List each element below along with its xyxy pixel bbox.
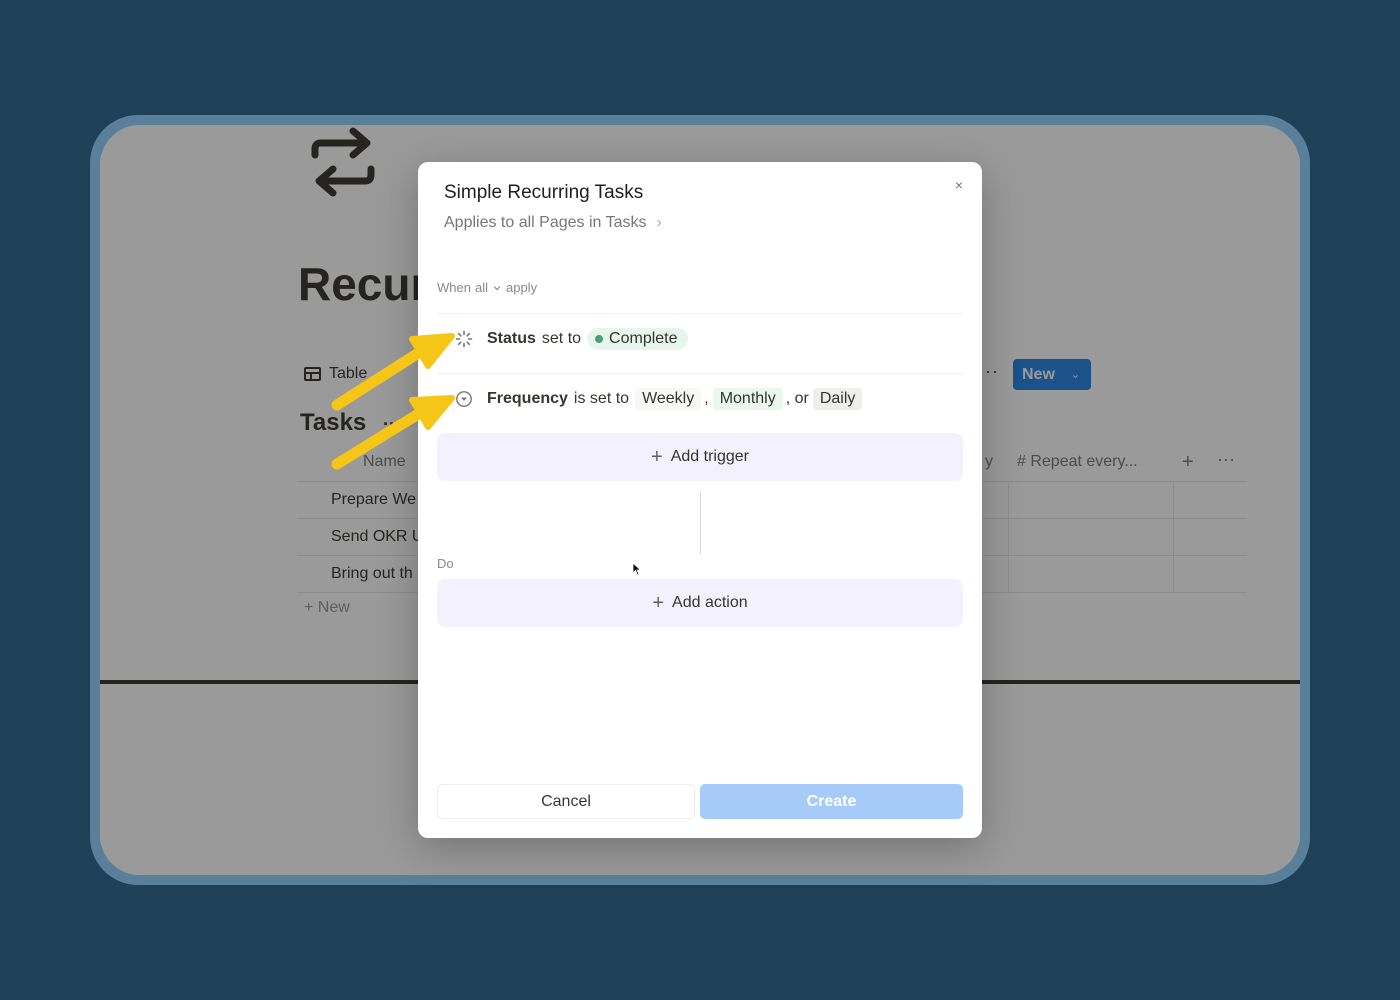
- trigger-mode-row: When all apply: [437, 280, 537, 295]
- create-button[interactable]: Create: [700, 784, 963, 819]
- trigger-status[interactable]: Status set to Complete: [437, 313, 963, 363]
- chevron-right-icon: ›: [656, 214, 662, 231]
- add-action-button[interactable]: + Add action: [437, 579, 963, 627]
- separator: ,: [704, 389, 709, 407]
- select-property-icon: [455, 390, 473, 408]
- cancel-button[interactable]: Cancel: [437, 784, 695, 819]
- trigger-mode-select[interactable]: all: [475, 280, 488, 295]
- status-loading-icon: [455, 330, 473, 348]
- trigger-property: Status: [487, 329, 536, 347]
- scope-link[interactable]: Applies to all Pages in Tasks ›: [444, 214, 662, 232]
- option-chip-weekly[interactable]: Weekly: [635, 387, 702, 410]
- option-chip-daily[interactable]: Daily: [812, 387, 863, 410]
- plus-icon: +: [651, 446, 663, 468]
- trigger-frequency[interactable]: Frequency is set to Weekly , Monthly , o…: [437, 373, 963, 423]
- when-label: When: [437, 280, 471, 295]
- option-chip-monthly[interactable]: Monthly: [712, 387, 783, 410]
- apply-label: apply: [505, 280, 538, 295]
- do-label: Do: [437, 556, 454, 571]
- add-trigger-label: Add trigger: [670, 448, 749, 465]
- add-action-label: Add action: [672, 594, 748, 611]
- automation-dialog: Simple Recurring Tasks × Applies to all …: [418, 162, 982, 838]
- status-chip-complete[interactable]: Complete: [587, 327, 688, 350]
- trigger-condition: set to: [541, 329, 582, 347]
- chevron-down-icon[interactable]: [492, 283, 502, 293]
- plus-icon: +: [652, 592, 665, 614]
- scope-label: Applies to all Pages in Tasks: [444, 214, 647, 231]
- flow-connector: [700, 492, 701, 554]
- status-dot-icon: [595, 334, 604, 343]
- dialog-title: Simple Recurring Tasks: [444, 182, 644, 203]
- close-icon[interactable]: ×: [949, 175, 969, 195]
- status-chip-label: Complete: [609, 329, 678, 347]
- add-trigger-button[interactable]: + Add trigger: [437, 433, 963, 481]
- separator: , or: [785, 389, 809, 407]
- trigger-property: Frequency: [487, 389, 568, 407]
- mouse-cursor-icon: [632, 562, 642, 576]
- trigger-condition: is set to: [573, 389, 630, 407]
